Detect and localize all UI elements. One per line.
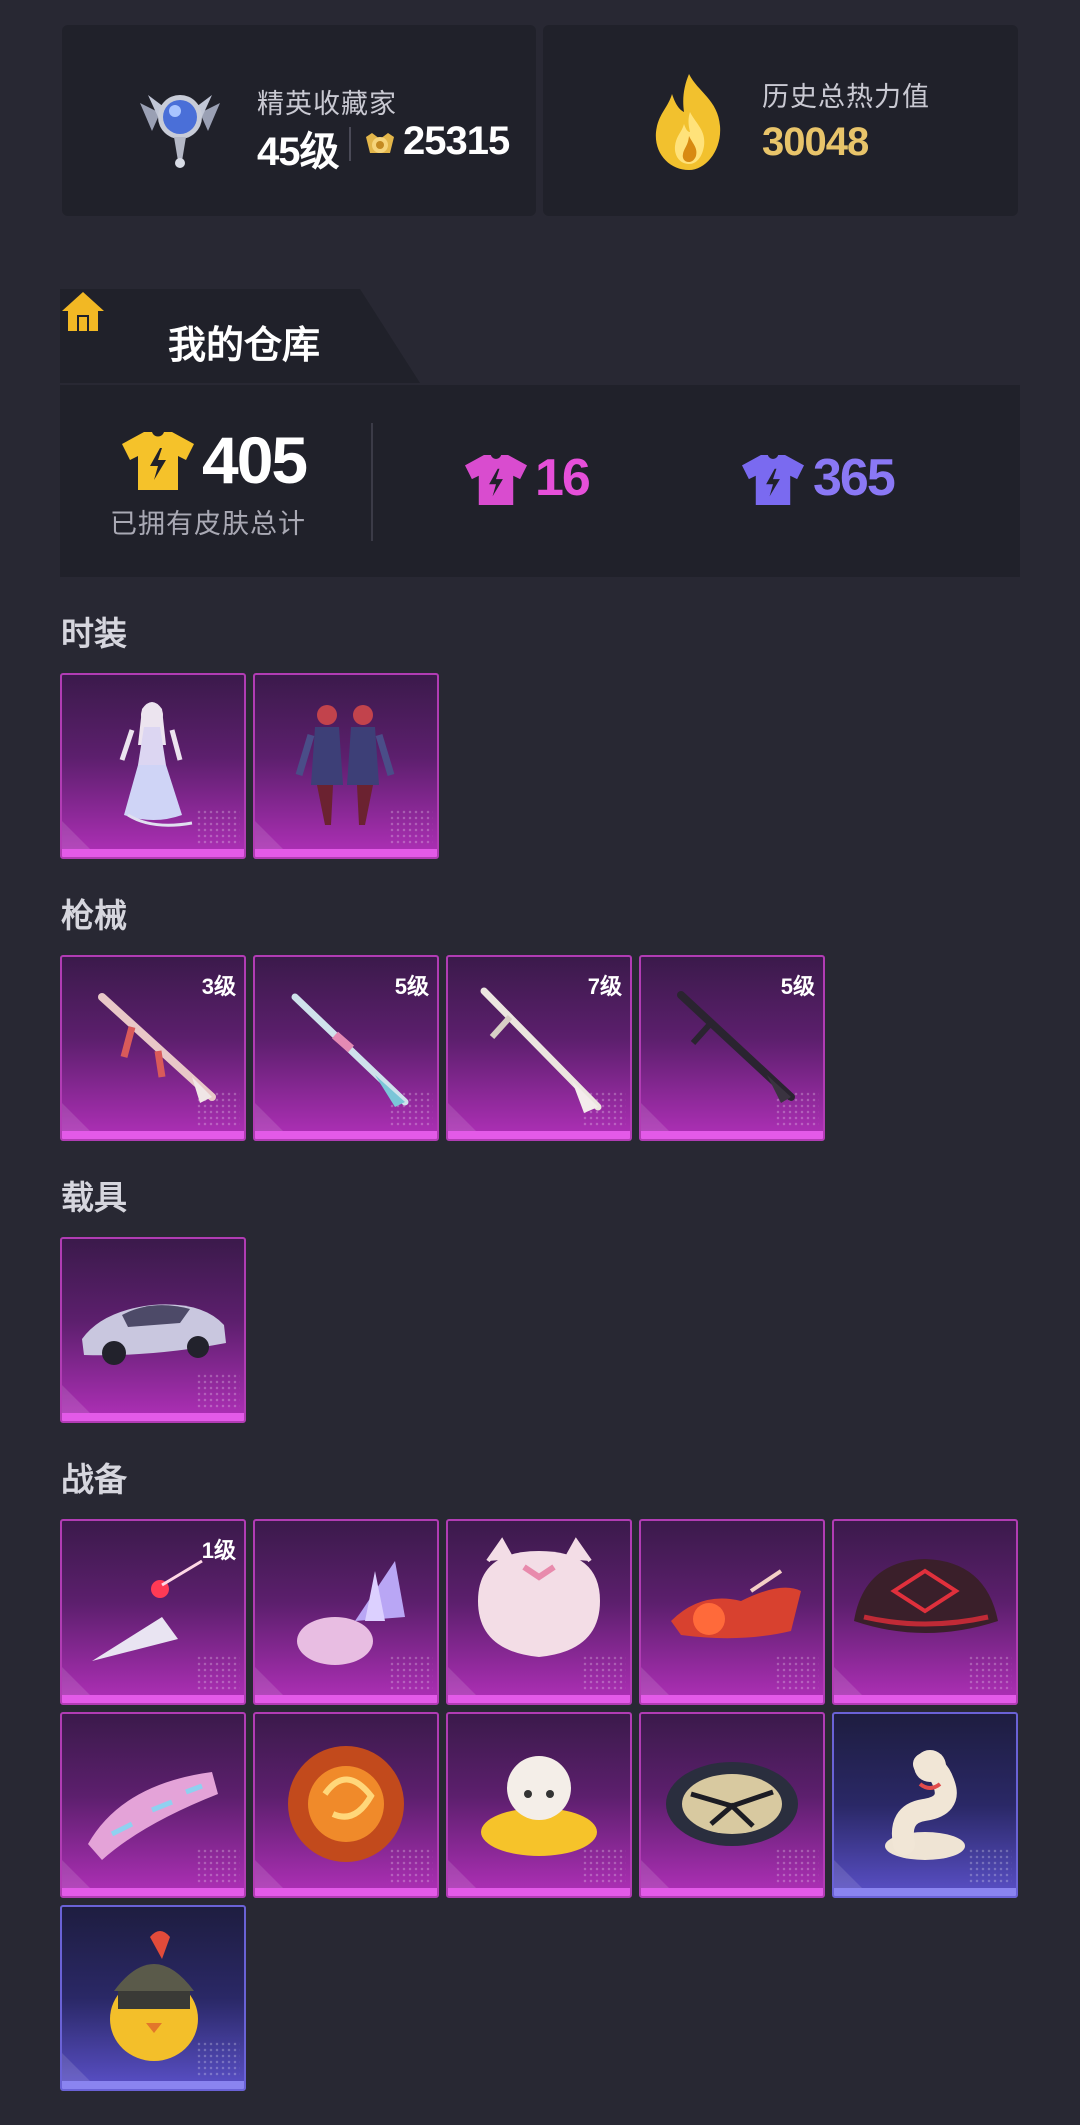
divider bbox=[371, 423, 373, 541]
page: 精英收藏家 45级 25315 历史总热力值 30048 我的仓库 405 已拥… bbox=[0, 0, 1080, 2125]
gear-item[interactable]: 1级 bbox=[60, 1519, 246, 1705]
section-title-gear: 战备 bbox=[61, 1461, 127, 1498]
gear-dark-parachute-image bbox=[854, 1559, 998, 1633]
shirt-gold-icon bbox=[122, 432, 194, 490]
heat-title: 历史总热力值 bbox=[762, 82, 930, 112]
collector-card[interactable]: 精英收藏家 45级 25315 bbox=[62, 25, 536, 216]
outfit-item[interactable] bbox=[60, 673, 246, 859]
gear-fire-ring-image bbox=[288, 1746, 404, 1862]
gear-item[interactable] bbox=[60, 1905, 246, 2091]
epic-skin-count: 365 bbox=[813, 449, 896, 507]
item-level: 1级 bbox=[201, 1538, 236, 1563]
gun-item[interactable]: 3级 bbox=[60, 955, 246, 1141]
gear-chick-helmet-image bbox=[110, 1931, 198, 2061]
item-level: 5级 bbox=[394, 974, 429, 999]
gear-item[interactable] bbox=[446, 1519, 632, 1705]
warehouse-tab[interactable]: 我的仓库 bbox=[60, 289, 420, 383]
gear-item[interactable] bbox=[60, 1712, 246, 1898]
outfit-item[interactable] bbox=[253, 673, 439, 859]
home-icon bbox=[62, 292, 104, 331]
heat-card[interactable]: 历史总热力值 30048 bbox=[543, 25, 1018, 216]
section-title-vehicles: 载具 bbox=[61, 1179, 127, 1216]
gun-item[interactable]: 7级 bbox=[446, 955, 632, 1141]
gear-red-glider-image bbox=[671, 1569, 801, 1639]
gear-item[interactable] bbox=[253, 1519, 439, 1705]
gear-pink-parachute-image bbox=[88, 1772, 218, 1860]
warehouse-title: 我的仓库 bbox=[168, 325, 321, 367]
heat-value: 30048 bbox=[762, 120, 869, 164]
gear-item[interactable] bbox=[832, 1712, 1018, 1898]
total-skin-label: 已拥有皮肤总计 bbox=[110, 509, 306, 539]
total-skin-count: 405 bbox=[202, 423, 308, 497]
gear-sheep-float-image bbox=[481, 1756, 597, 1856]
gear-item[interactable] bbox=[832, 1519, 1018, 1705]
gear-snake-figure-image bbox=[885, 1750, 965, 1860]
item-level: 7级 bbox=[587, 974, 622, 999]
section-title-guns: 枪械 bbox=[61, 897, 127, 934]
collector-badge-icon bbox=[140, 95, 220, 168]
collector-coins: 25315 bbox=[403, 119, 510, 163]
collector-level: 45级 bbox=[257, 130, 339, 174]
item-level: 5级 bbox=[780, 974, 815, 999]
warehouse-summary: 405 已拥有皮肤总计 16 365 bbox=[60, 385, 1020, 577]
outfit-twins-image bbox=[295, 705, 395, 825]
collector-title: 精英收藏家 bbox=[257, 89, 397, 119]
divider bbox=[349, 127, 351, 161]
section-title-outfits: 时装 bbox=[61, 615, 127, 652]
gun-item[interactable]: 5级 bbox=[253, 955, 439, 1141]
gear-item[interactable] bbox=[639, 1519, 825, 1705]
gun-item[interactable]: 5级 bbox=[639, 955, 825, 1141]
coin-icon bbox=[366, 133, 394, 153]
gear-cat-parachute-image bbox=[478, 1537, 600, 1657]
flame-icon bbox=[655, 74, 721, 170]
gear-item[interactable] bbox=[639, 1712, 825, 1898]
shirt-purple-icon bbox=[742, 455, 804, 505]
outfit-white-dress-image bbox=[119, 702, 193, 827]
vehicle-item[interactable] bbox=[60, 1237, 246, 1423]
gear-crystal-bag-image bbox=[297, 1561, 405, 1665]
item-level: 3级 bbox=[201, 974, 236, 999]
gear-storm-parachute-image bbox=[666, 1762, 798, 1846]
shirt-pink-icon bbox=[465, 455, 527, 505]
legendary-skin-count: 16 bbox=[535, 449, 591, 507]
gear-item[interactable] bbox=[446, 1712, 632, 1898]
gear-item[interactable] bbox=[253, 1712, 439, 1898]
vehicle-car-image bbox=[82, 1304, 226, 1365]
